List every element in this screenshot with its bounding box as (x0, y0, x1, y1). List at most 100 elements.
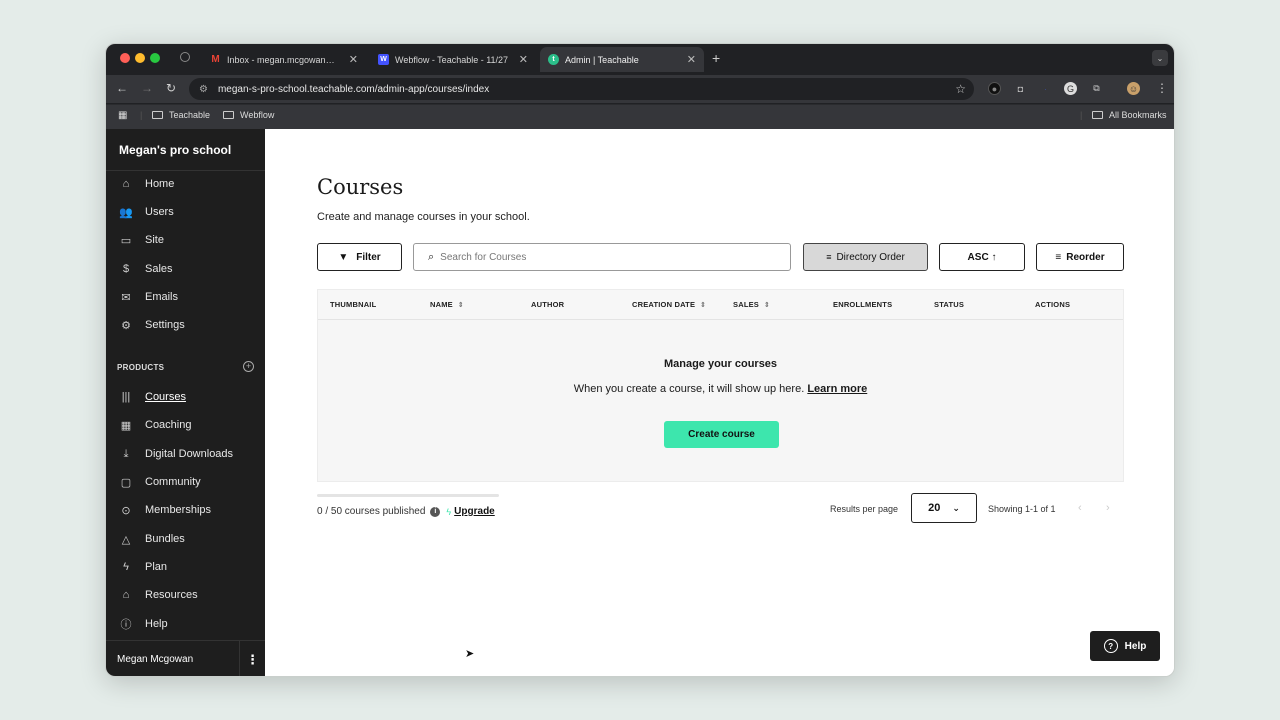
select-value: 20 (928, 502, 941, 514)
reload-icon[interactable]: ↻ (166, 81, 176, 95)
learn-more-link[interactable]: Learn more (807, 383, 867, 395)
sidebar-item-memberships[interactable]: ⊙ Memberships (117, 499, 211, 521)
button-label: Filter (356, 251, 381, 263)
empty-state-description: When you create a course, it will show u… (318, 383, 1123, 395)
browser-menu-icon[interactable]: ⋮ (1156, 81, 1168, 95)
bookmark-divider: | (1080, 110, 1083, 120)
browser-window: M Inbox - megan.mcgowan@te ✕ W Webflow -… (105, 43, 1175, 677)
tab-search-icon[interactable] (180, 52, 190, 62)
more-options-icon[interactable]: ⋮ (239, 641, 265, 676)
published-progress-bar (317, 494, 499, 497)
page-subtitle: Create and manage courses in your school… (317, 211, 530, 223)
next-page-button[interactable]: › (1106, 502, 1110, 514)
bookmark-label: Teachable (169, 110, 211, 120)
user-account[interactable]: Megan Mcgowan ⋮ (106, 640, 265, 676)
user-name: Megan Mcgowan (117, 654, 194, 665)
back-arrow-icon[interactable]: ← (116, 81, 128, 95)
search-input[interactable] (440, 251, 741, 263)
info-icon[interactable]: i (430, 506, 441, 517)
sidebar-item-emails[interactable]: ✉ Emails (117, 286, 178, 308)
grammar-extension-icon[interactable]: G (1064, 82, 1077, 95)
add-product-button[interactable]: + (243, 361, 254, 372)
browser-chrome: M Inbox - megan.mcgowan@te ✕ W Webflow -… (106, 44, 1174, 129)
sidebar-item-help[interactable]: ⓘ Help (117, 613, 168, 635)
profile-avatar[interactable]: ☺ (1127, 82, 1140, 95)
extension-icon[interactable]: · (1039, 82, 1052, 95)
forward-arrow-icon[interactable]: → (141, 81, 153, 95)
address-bar[interactable]: ⚙ megan-s-pro-school.teachable.com/admin… (189, 78, 974, 100)
column-label: SALES (733, 300, 760, 309)
tab-gmail[interactable]: M Inbox - megan.mcgowan@te ✕ (202, 47, 366, 72)
close-icon[interactable]: ✕ (349, 53, 358, 66)
upgrade-link[interactable]: Upgrade (454, 506, 495, 517)
gear-icon: ⚙ (121, 319, 131, 332)
bookmark-divider: | (140, 110, 143, 120)
teachable-icon: t (548, 54, 559, 65)
sidebar-item-sales[interactable]: $ Sales (117, 258, 173, 280)
column-label: STATUS (934, 300, 965, 309)
extension-icon[interactable]: ● (988, 82, 1001, 95)
close-icon[interactable]: ✕ (519, 53, 528, 66)
tab-webflow[interactable]: W Webflow - Teachable - 11/27 ✕ (370, 47, 536, 72)
asc-button[interactable]: ASC ↑ (939, 243, 1025, 271)
bookmark-teachable[interactable]: Teachable (152, 110, 210, 120)
column-sales[interactable]: SALES ⇕ (733, 300, 770, 309)
reorder-button[interactable]: ≡ Reorder (1036, 243, 1124, 271)
site-icon: ▭ (120, 234, 132, 247)
sidebar-item-bundles[interactable]: △ Bundles (117, 528, 185, 550)
tab-teachable-admin[interactable]: t Admin | Teachable ✕ (540, 47, 704, 72)
folder-icon (1092, 111, 1103, 119)
tab-title: Admin | Teachable (565, 54, 639, 65)
bookmark-star-icon[interactable]: ☆ (955, 82, 966, 96)
create-course-button[interactable]: Create course (664, 421, 779, 448)
sidebar-item-label: Plan (145, 561, 168, 573)
sidebar-item-coaching[interactable]: ▦ Coaching (117, 414, 192, 436)
puzzle-icon[interactable]: ⧉ (1090, 82, 1103, 95)
users-icon: 👥 (119, 206, 133, 219)
column-status: STATUS (934, 300, 964, 309)
help-icon: ⓘ (120, 619, 132, 631)
sidebar-item-community[interactable]: ▢ Community (117, 471, 201, 493)
apps-grid-icon[interactable]: ▦ (118, 110, 127, 121)
filter-button[interactable]: ▼ Filter (317, 243, 402, 271)
new-tab-button[interactable]: + (712, 50, 720, 66)
column-creation-date[interactable]: CREATION DATE ⇕ (632, 300, 706, 309)
site-settings-icon[interactable]: ⚙ (199, 84, 208, 95)
sidebar-item-resources[interactable]: ⌂ Resources (117, 584, 198, 606)
tab-menu-chevron-icon[interactable]: ⌄ (1152, 50, 1168, 66)
sidebar-item-courses[interactable]: ||| Courses (117, 386, 186, 408)
close-icon[interactable]: ✕ (687, 53, 696, 66)
main-content: Courses Create and manage courses in you… (265, 129, 1174, 676)
camera-extension-icon[interactable]: ◘ (1014, 82, 1027, 95)
school-name[interactable]: Megan's pro school (106, 129, 265, 171)
shapes-icon: △ (121, 533, 131, 546)
sidebar-item-plan[interactable]: ϟ Plan (117, 556, 167, 578)
button-label: Directory Order (836, 251, 905, 263)
column-actions: ACTIONS (1035, 300, 1070, 309)
column-name[interactable]: NAME ⇕ (430, 300, 464, 309)
column-enrollments: ENROLLMENTS (833, 300, 892, 309)
close-window-button[interactable] (120, 53, 130, 63)
zoom-window-button[interactable] (150, 53, 160, 63)
sidebar-item-settings[interactable]: ⚙ Settings (117, 314, 185, 336)
sort-lines-icon: ≡ (826, 252, 832, 262)
sidebar: Megan's pro school ⌂ Home 👥 Users ▭ Site $ S… (106, 129, 265, 676)
download-icon: ⤓ (123, 447, 129, 460)
help-button[interactable]: ? Help (1090, 631, 1160, 661)
button-label: Help (1124, 640, 1147, 652)
sidebar-item-digital-downloads[interactable]: ⤓ Digital Downloads (117, 443, 233, 465)
membership-icon: ⊙ (121, 504, 131, 517)
previous-page-button[interactable]: ‹ (1078, 502, 1082, 514)
published-text: 0 / 50 courses published (317, 506, 426, 517)
sort-order-button[interactable]: ≡ Directory Order (803, 243, 928, 271)
list-icon: ≡ (1055, 251, 1062, 263)
sidebar-item-home[interactable]: ⌂ Home (117, 173, 175, 195)
sidebar-item-label: Users (145, 206, 174, 218)
sidebar-item-site[interactable]: ▭ Site (117, 229, 164, 251)
sidebar-item-label: Memberships (145, 504, 212, 516)
sidebar-item-users[interactable]: 👥 Users (117, 201, 174, 223)
bookmark-webflow[interactable]: Webflow (223, 110, 274, 120)
all-bookmarks[interactable]: All Bookmarks (1092, 110, 1167, 120)
minimize-window-button[interactable] (135, 53, 145, 63)
results-per-page-select[interactable]: 20 ⌄ (911, 493, 977, 523)
